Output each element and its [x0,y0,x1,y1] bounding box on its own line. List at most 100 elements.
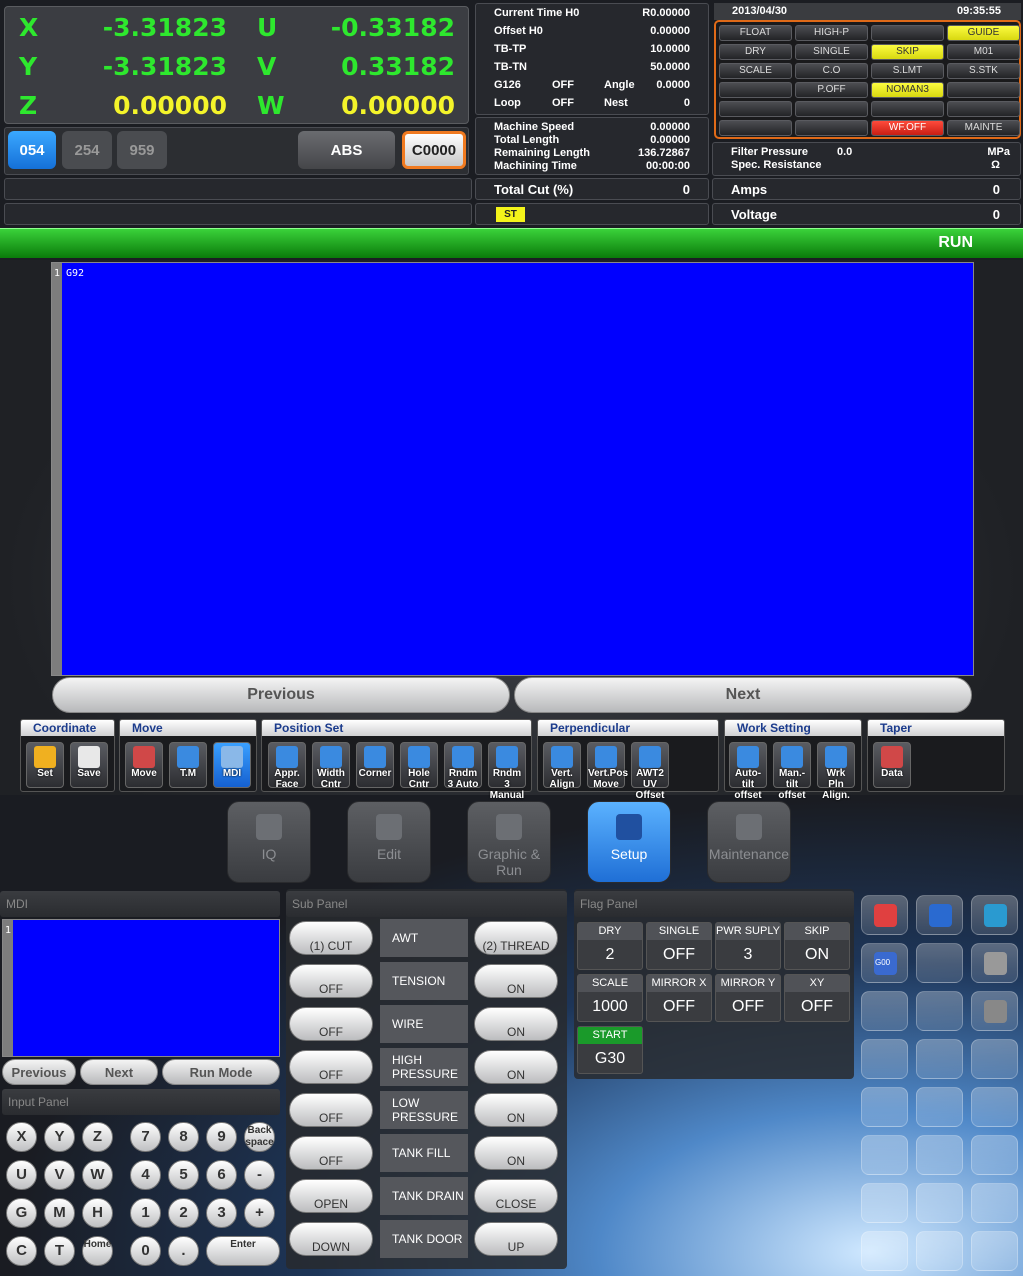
key-7[interactable]: 7 [130,1122,161,1152]
man-tilt-offset-button[interactable]: Man.-tilt offset [773,742,811,801]
side-key[interactable] [916,1087,963,1127]
key-6[interactable]: 6 [206,1160,237,1190]
key-v[interactable]: V [44,1160,75,1190]
sub-left-button[interactable]: DOWN [289,1222,373,1256]
key-z[interactable]: Z [82,1122,113,1152]
key-enter[interactable]: Enter [206,1236,280,1266]
move-button[interactable]: Move [125,742,163,788]
taper-data-button[interactable]: Data [873,742,911,788]
c-code-button[interactable]: C0000 [402,131,466,169]
sub-right-button[interactable]: ON [474,1007,558,1041]
set-button[interactable]: Set [26,742,64,788]
sub-right-button[interactable]: ON [474,1136,558,1170]
key-home[interactable]: Home [82,1236,113,1266]
mdi-next-button[interactable]: Next [80,1059,158,1085]
side-key[interactable] [861,1039,908,1079]
key-t[interactable]: T [44,1236,75,1266]
side-key[interactable] [916,895,963,935]
mdi-button[interactable]: MDI [213,742,251,788]
side-key[interactable] [971,1183,1018,1223]
side-key[interactable] [916,1183,963,1223]
coord-959-button[interactable]: 959 [117,131,167,169]
key-0[interactable]: 0 [130,1236,161,1266]
key-5[interactable]: 5 [168,1160,199,1190]
tab-edit[interactable]: Edit [347,801,431,883]
tab-maintenance[interactable]: Maintenance [707,801,791,883]
side-key[interactable] [916,1039,963,1079]
key-.[interactable]: . [168,1236,199,1266]
sub-left-button[interactable]: OFF [289,1050,373,1084]
sub-right-button[interactable]: CLOSE [474,1179,558,1213]
key-w[interactable]: W [82,1160,113,1190]
side-key[interactable] [971,1135,1018,1175]
tab-iq[interactable]: IQ [227,801,311,883]
key-1[interactable]: 1 [130,1198,161,1228]
mdi-editor[interactable]: 1 [2,919,280,1057]
sub-right-button[interactable]: (2) THREAD [474,921,558,955]
key-u[interactable]: U [6,1160,37,1190]
sub-left-button[interactable]: OFF [289,1136,373,1170]
previous-button[interactable]: Previous [52,677,510,713]
coord-054-button[interactable]: 054 [8,131,56,169]
side-key[interactable] [861,1231,908,1271]
side-key[interactable]: G00 [861,943,908,983]
side-key[interactable] [971,1087,1018,1127]
corner-button[interactable]: Corner [356,742,394,788]
rndm3-auto-button[interactable]: Rndm 3 Auto [444,742,482,790]
flag-mirror-x[interactable]: MIRROR X OFF [646,974,712,1022]
mdi-previous-button[interactable]: Previous [2,1059,76,1085]
key-c[interactable]: C [6,1236,37,1266]
wrk-pln-align-button[interactable]: Wrk Pln Align. [817,742,855,801]
flag-mirror-y[interactable]: MIRROR Y OFF [715,974,781,1022]
program-editor[interactable]: 1 G92 [51,262,974,676]
side-key[interactable] [861,1135,908,1175]
flag-single[interactable]: SINGLE OFF [646,922,712,970]
coord-254-button[interactable]: 254 [62,131,112,169]
flag-scale[interactable]: SCALE 1000 [577,974,643,1022]
sub-left-button[interactable]: OFF [289,1007,373,1041]
side-key[interactable] [861,895,908,935]
awt2-uv-offset-button[interactable]: AWT2 UV Offset [631,742,669,801]
flag-start[interactable]: START G30 [577,1026,643,1074]
side-key[interactable] [971,1039,1018,1079]
key-8[interactable]: 8 [168,1122,199,1152]
save-button[interactable]: Save [70,742,108,788]
key-g[interactable]: G [6,1198,37,1228]
auto-tilt-offset-button[interactable]: Auto-tilt offset [729,742,767,801]
key--[interactable]: - [244,1160,275,1190]
rndm3-manual-button[interactable]: Rndm 3 Manual [488,742,526,801]
key-3[interactable]: 3 [206,1198,237,1228]
key-4[interactable]: 4 [130,1160,161,1190]
vert-pos-move-button[interactable]: Vert.Pos Move [587,742,628,790]
side-key[interactable] [971,943,1018,983]
side-key[interactable] [971,1231,1018,1271]
side-key[interactable] [971,991,1018,1031]
tab-graphic-run[interactable]: Graphic & Run [467,801,551,883]
next-button[interactable]: Next [514,677,972,713]
hole-cntr-button[interactable]: Hole Cntr [400,742,438,790]
tm-button[interactable]: T.M [169,742,207,788]
flag-xy[interactable]: XY OFF [784,974,850,1022]
sub-right-button[interactable]: ON [474,964,558,998]
key-+[interactable]: + [244,1198,275,1228]
side-key[interactable] [916,991,963,1031]
sub-right-button[interactable]: ON [474,1050,558,1084]
side-key[interactable] [861,1183,908,1223]
flag-pwr-suply[interactable]: PWR SUPLY 3 [715,922,781,970]
tab-setup[interactable]: Setup [587,801,671,883]
key-m[interactable]: M [44,1198,75,1228]
side-key[interactable] [971,895,1018,935]
key-y[interactable]: Y [44,1122,75,1152]
abs-button[interactable]: ABS [298,131,395,169]
side-key[interactable] [861,991,908,1031]
sub-left-button[interactable]: OFF [289,1093,373,1127]
flag-skip[interactable]: SKIP ON [784,922,850,970]
key-back-space[interactable]: Back space [244,1122,275,1152]
side-key[interactable] [916,943,963,983]
key-x[interactable]: X [6,1122,37,1152]
sub-right-button[interactable]: UP [474,1222,558,1256]
key-9[interactable]: 9 [206,1122,237,1152]
side-key[interactable] [916,1231,963,1271]
side-key[interactable] [916,1135,963,1175]
key-h[interactable]: H [82,1198,113,1228]
